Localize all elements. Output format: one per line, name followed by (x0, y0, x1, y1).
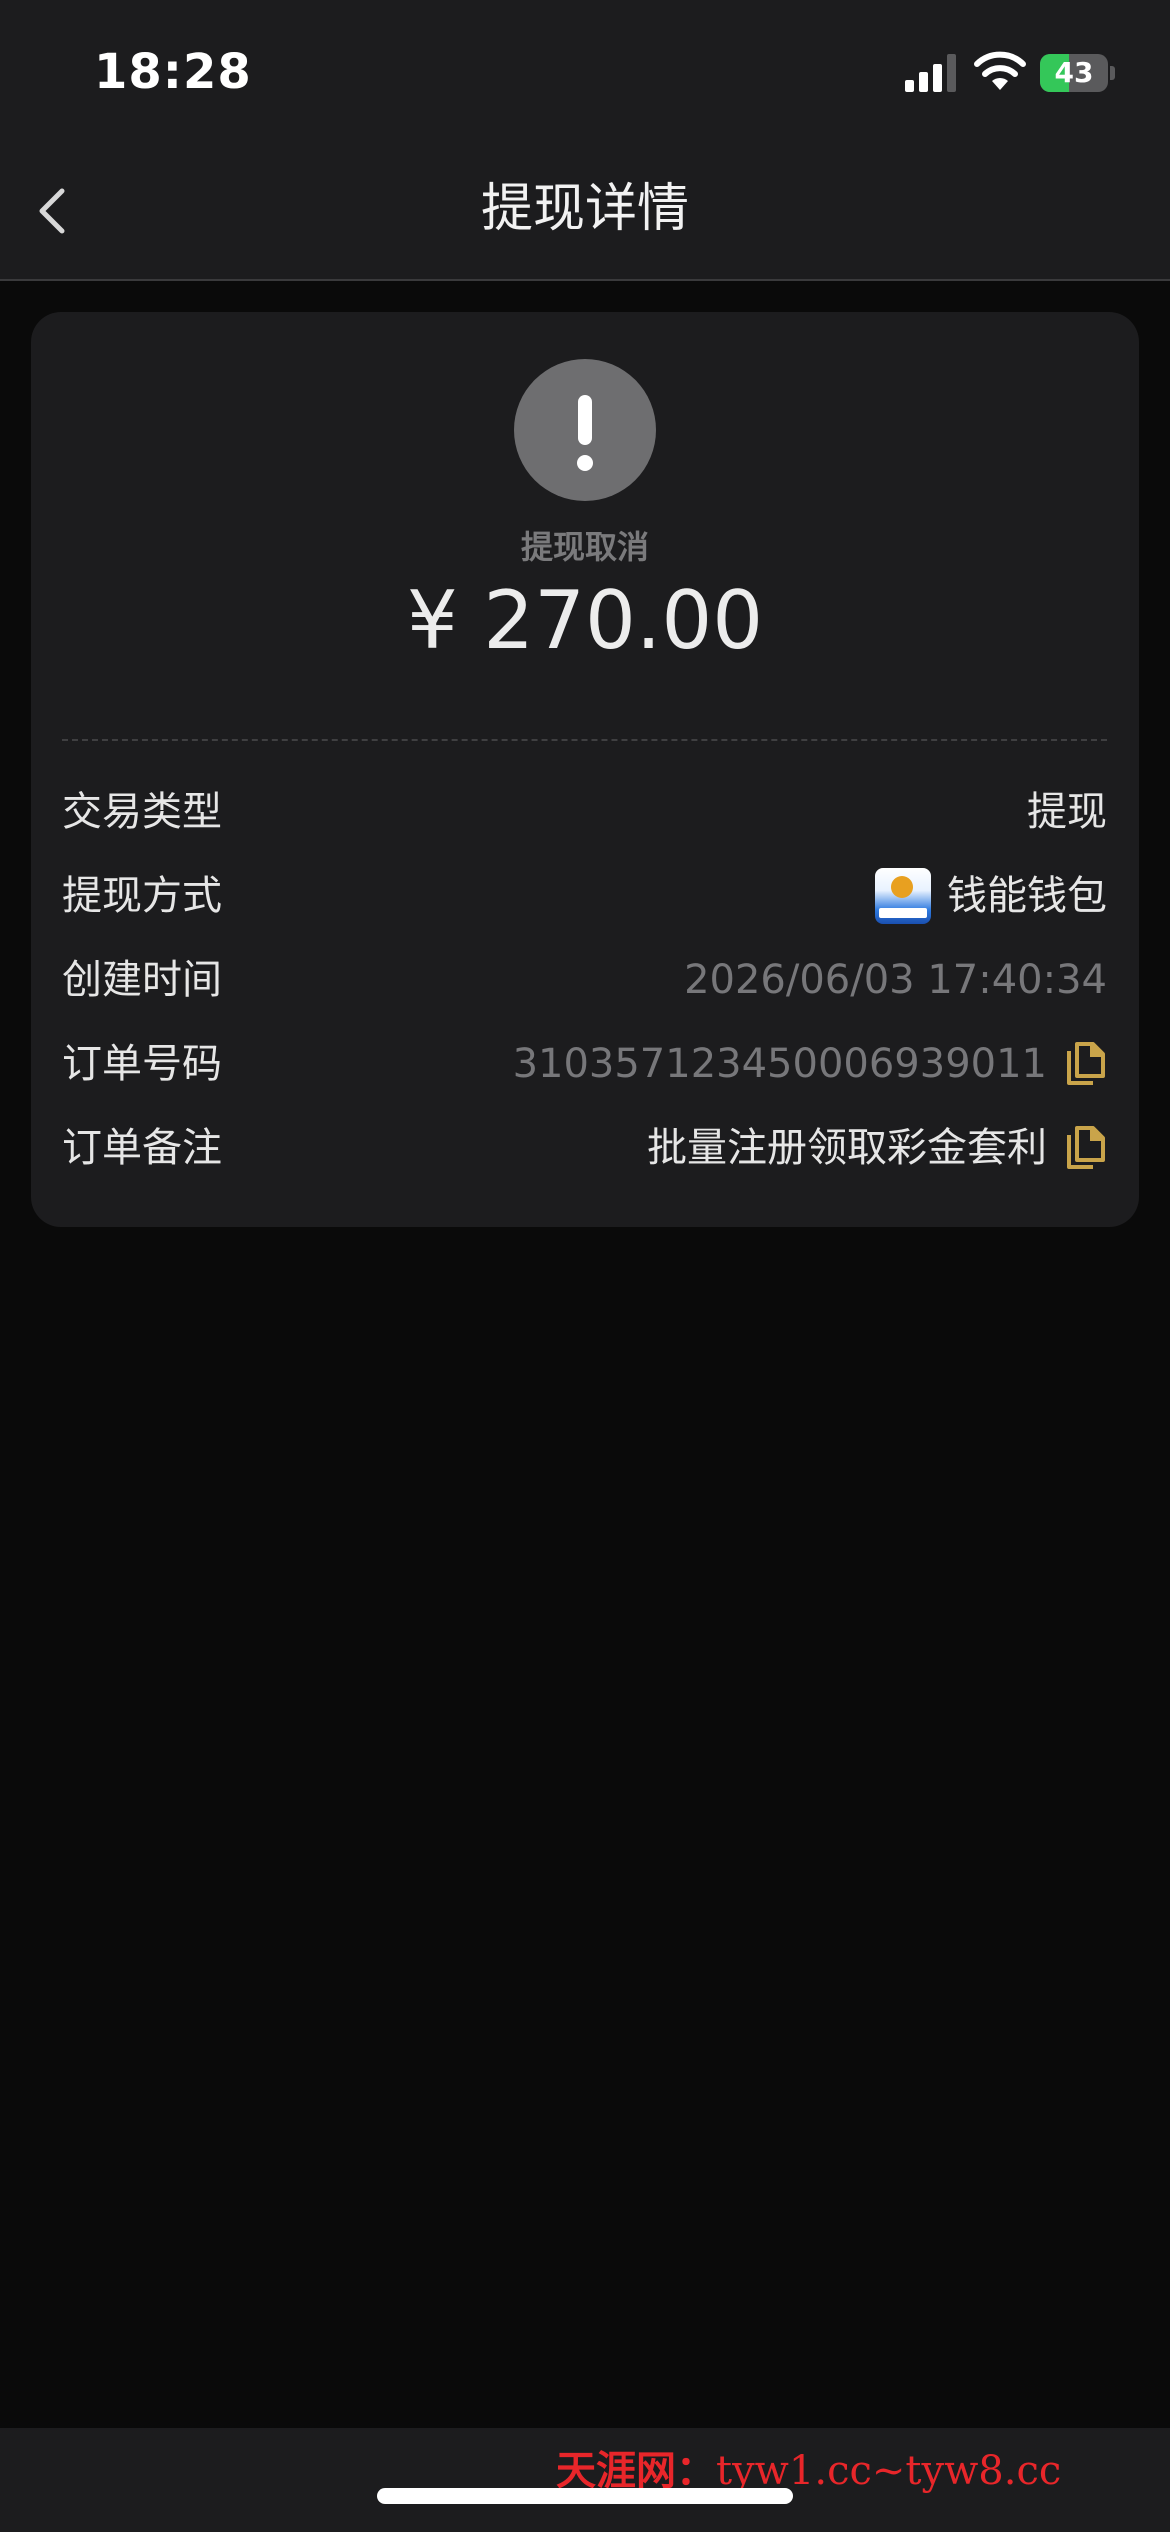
battery-indicator: 43 (1040, 54, 1115, 92)
withdrawal-detail-screen: 18:28 43 提现详情 提现取消 ¥ 270.00 交易类型 提现 提现方式… (0, 0, 1170, 2532)
detail-value: 2026/06/03 17:40:34 (684, 957, 1107, 1003)
back-button[interactable] (20, 170, 90, 250)
detail-row-transaction-type: 交易类型 提现 (62, 770, 1107, 854)
copy-icon[interactable] (1065, 1041, 1107, 1087)
detail-value: 钱能钱包 (947, 873, 1107, 919)
detail-value: 310357123450006939011 (512, 1041, 1047, 1087)
wallet-app-logo (875, 868, 931, 924)
cellular-signal-icon (905, 54, 956, 92)
chevron-left-icon (39, 188, 65, 234)
exclamation-icon (514, 359, 656, 501)
home-indicator[interactable] (377, 2488, 793, 2504)
detail-value: 提现 (1027, 789, 1107, 835)
detail-label: 订单备注 (62, 1125, 222, 1171)
dashed-divider (62, 739, 1107, 741)
detail-label: 交易类型 (62, 789, 222, 835)
detail-row-order-remark: 订单备注 批量注册领取彩金套利 (62, 1106, 1107, 1190)
battery-level: 43 (1054, 56, 1094, 89)
watermark-site-name: 天涯网： (556, 2447, 716, 2494)
detail-value: 批量注册领取彩金套利 (647, 1125, 1047, 1171)
status-time: 18:28 (94, 44, 252, 100)
detail-row-order-number: 订单号码 310357123450006939011 (62, 1022, 1107, 1106)
detail-label: 提现方式 (62, 873, 222, 919)
battery-cap (1110, 66, 1115, 80)
detail-row-created-time: 创建时间 2026/06/03 17:40:34 (62, 938, 1107, 1022)
status-bar: 18:28 43 (0, 0, 1170, 140)
battery-body: 43 (1040, 54, 1108, 92)
withdrawal-amount: ¥ 270.00 (406, 574, 764, 667)
detail-label: 订单号码 (62, 1041, 222, 1087)
copy-icon[interactable] (1065, 1125, 1107, 1171)
withdrawal-detail-card: 提现取消 ¥ 270.00 交易类型 提现 提现方式 钱能钱包 创建时间 202… (31, 312, 1139, 1227)
wifi-icon (974, 51, 1026, 90)
withdrawal-status: 提现取消 (520, 528, 649, 566)
nav-bar: 提现详情 (0, 140, 1170, 281)
detail-label: 创建时间 (62, 957, 222, 1003)
detail-row-withdraw-method: 提现方式 钱能钱包 (62, 854, 1107, 938)
page-title: 提现详情 (480, 179, 689, 239)
